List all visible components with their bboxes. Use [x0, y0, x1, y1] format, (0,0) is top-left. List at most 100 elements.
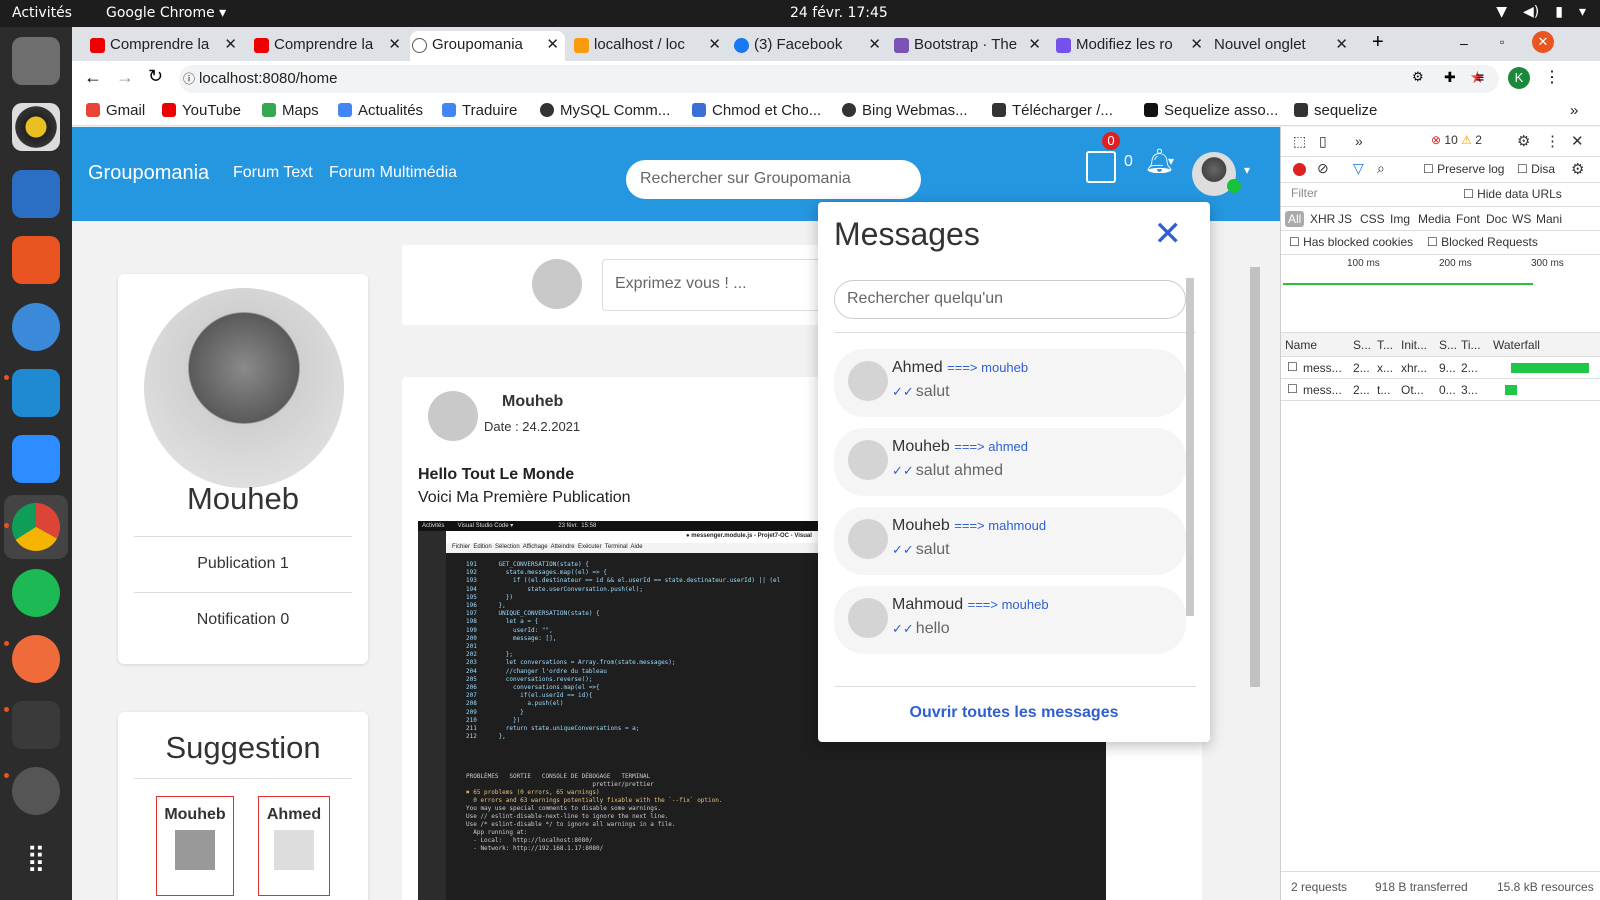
- type-filter-doc[interactable]: Doc: [1483, 211, 1510, 227]
- clear-icon[interactable]: ⊘: [1317, 160, 1329, 177]
- profile-avatar[interactable]: K: [1508, 67, 1530, 89]
- puzzle-icon[interactable]: ✚: [1444, 69, 1456, 86]
- more-bookmarks-icon[interactable]: »: [1570, 102, 1578, 119]
- conversation-item[interactable]: Mouheb ===> ahmed ✓✓ salut ahmed: [834, 428, 1186, 496]
- minimize-button[interactable]: –: [1460, 35, 1468, 51]
- column-header[interactable]: Init...: [1401, 338, 1427, 352]
- extension-icon[interactable]: ⚙: [1412, 69, 1424, 85]
- update-icon[interactable]: [12, 767, 60, 815]
- record-icon[interactable]: [1293, 163, 1306, 176]
- spotify-icon[interactable]: [12, 569, 60, 617]
- nav-forum-text[interactable]: Forum Text: [233, 164, 313, 182]
- preserve-log-checkbox[interactable]: ☐ Preserve log: [1423, 162, 1504, 176]
- bookmark-mysql[interactable]: MySQL Comm...: [540, 102, 670, 119]
- conversation-item[interactable]: Mahmoud ===> mouheb ✓✓ hello: [834, 586, 1186, 654]
- close-icon[interactable]: ✕: [708, 35, 721, 53]
- tab-bootstrap[interactable]: Bootstrap · The ✕: [892, 31, 1047, 61]
- nav-forum-multimedia[interactable]: Forum Multimédia: [329, 164, 457, 182]
- tab-groupomania[interactable]: Groupomania ✕: [410, 31, 565, 61]
- tab-phpmyadmin[interactable]: localhost / loc ✕: [572, 31, 727, 61]
- type-filter-font[interactable]: Font: [1453, 211, 1483, 227]
- activities-button[interactable]: Activités: [12, 5, 72, 21]
- notification-count[interactable]: Notification 0: [118, 611, 368, 629]
- bookmark-telecharger[interactable]: Télécharger /...: [992, 102, 1113, 119]
- close-icon[interactable]: ✕: [1028, 35, 1041, 53]
- new-tab-button[interactable]: +: [1372, 31, 1384, 54]
- site-search-input[interactable]: Rechercher sur Groupomania: [626, 160, 921, 199]
- tab-youtube-2[interactable]: Comprendre la ✕: [252, 31, 407, 61]
- scrollbar[interactable]: [1186, 278, 1194, 616]
- device-icon[interactable]: ▯: [1319, 133, 1327, 150]
- type-filter-img[interactable]: Img: [1387, 211, 1413, 227]
- filter-input[interactable]: Filter: [1289, 186, 1449, 203]
- close-icon[interactable]: ✕: [388, 35, 401, 53]
- menu-icon[interactable]: ⋮: [1544, 67, 1560, 87]
- publication-count[interactable]: Publication 1: [118, 555, 368, 573]
- url-input[interactable]: ⓘ localhost:8080/home ★: [179, 65, 1499, 93]
- type-filter-ws[interactable]: WS: [1509, 211, 1534, 227]
- column-header[interactable]: S...: [1439, 338, 1457, 352]
- close-icon[interactable]: ✕: [1571, 132, 1584, 150]
- open-all-messages-link[interactable]: Ouvrir toutes les messages: [818, 704, 1210, 722]
- forward-icon[interactable]: →: [116, 67, 134, 88]
- close-icon[interactable]: ✕: [1154, 214, 1183, 254]
- request-row[interactable]: mess... 2... t... Ot... 0... 3... ☐: [1281, 379, 1600, 401]
- tab-new[interactable]: Nouvel onglet ✕: [1194, 31, 1354, 61]
- gear-icon[interactable]: ⚙: [1571, 160, 1584, 178]
- close-icon[interactable]: ✕: [1335, 35, 1348, 53]
- column-header[interactable]: Name: [1285, 338, 1317, 352]
- filter-icon[interactable]: ▽: [1353, 160, 1364, 177]
- software-center-icon[interactable]: [12, 236, 60, 284]
- back-icon[interactable]: ←: [84, 67, 102, 88]
- system-tray[interactable]: ▼ ◀) ▮ ▾: [1496, 4, 1586, 20]
- page-scrollbar[interactable]: [1250, 267, 1260, 687]
- chrome-icon[interactable]: [12, 503, 60, 551]
- bookmark-sequelize-asso[interactable]: Sequelize asso...: [1144, 102, 1278, 119]
- reload-icon[interactable]: ↻: [148, 66, 163, 87]
- error-count[interactable]: ⊗ 10 ⚠ 2: [1431, 133, 1482, 147]
- suggestion-user[interactable]: Ahmed: [258, 796, 330, 896]
- clock[interactable]: 24 févr. 17:45: [790, 5, 888, 21]
- gear-icon[interactable]: ⚙: [1517, 132, 1530, 150]
- close-icon[interactable]: ✕: [546, 35, 559, 53]
- bookmark-sequelize[interactable]: sequelize: [1294, 102, 1377, 119]
- type-filter-all[interactable]: All: [1285, 211, 1305, 227]
- app-menu[interactable]: Google Chrome ▾: [106, 5, 226, 21]
- tab-openclassrooms[interactable]: Modifiez les ro ✕: [1054, 31, 1209, 61]
- help-icon[interactable]: [12, 303, 60, 351]
- column-header[interactable]: S...: [1353, 338, 1371, 352]
- zoom-icon[interactable]: [12, 435, 60, 483]
- rhythmbox-icon[interactable]: [12, 103, 60, 151]
- bookmark-youtube[interactable]: YouTube: [162, 102, 241, 119]
- brand-link[interactable]: Groupomania: [88, 162, 209, 185]
- conversation-item[interactable]: Mouheb ===> mahmoud ✓✓ salut: [834, 507, 1186, 575]
- bookmark-gmail[interactable]: Gmail: [86, 102, 145, 119]
- close-window-button[interactable]: ✕: [1532, 31, 1554, 53]
- bookmark-chmod[interactable]: Chmod et Cho...: [692, 102, 821, 119]
- vscode-icon[interactable]: [12, 369, 60, 417]
- menu-icon[interactable]: ⋮: [1545, 132, 1560, 150]
- type-filter-js[interactable]: JS: [1335, 211, 1355, 227]
- postman-icon[interactable]: [12, 635, 60, 683]
- maximize-button[interactable]: ▫: [1500, 35, 1504, 49]
- type-filter-media[interactable]: Media: [1415, 211, 1454, 227]
- search-icon[interactable]: ⌕: [1377, 160, 1385, 177]
- type-filter-xhr[interactable]: XHR: [1307, 211, 1338, 227]
- show-apps-icon[interactable]: ⣿: [12, 835, 60, 883]
- messages-icon[interactable]: [1086, 151, 1116, 183]
- row-checkbox[interactable]: ☐: [1287, 360, 1298, 374]
- column-header[interactable]: T...: [1377, 338, 1393, 352]
- bookmark-bing[interactable]: Bing Webmas...: [842, 102, 968, 119]
- type-filter-css[interactable]: CSS: [1357, 211, 1388, 227]
- close-icon[interactable]: ✕: [224, 35, 237, 53]
- people-search-input[interactable]: Rechercher quelqu'un: [834, 280, 1186, 319]
- hide-data-urls-checkbox[interactable]: ☐ Hide data URLs: [1463, 187, 1562, 201]
- more-panels-icon[interactable]: »: [1355, 133, 1363, 149]
- bookmark-traduire[interactable]: Traduire: [442, 102, 517, 119]
- media-icon[interactable]: ≡: [1476, 69, 1484, 85]
- tab-youtube-1[interactable]: Comprendre la ✕: [88, 31, 243, 61]
- writer-icon[interactable]: [12, 170, 60, 218]
- request-row[interactable]: mess... 2... x... xhr... 9... 2... ☐: [1281, 357, 1600, 379]
- column-header[interactable]: Waterfall: [1493, 338, 1540, 352]
- bookmark-actualites[interactable]: Actualités: [338, 102, 423, 119]
